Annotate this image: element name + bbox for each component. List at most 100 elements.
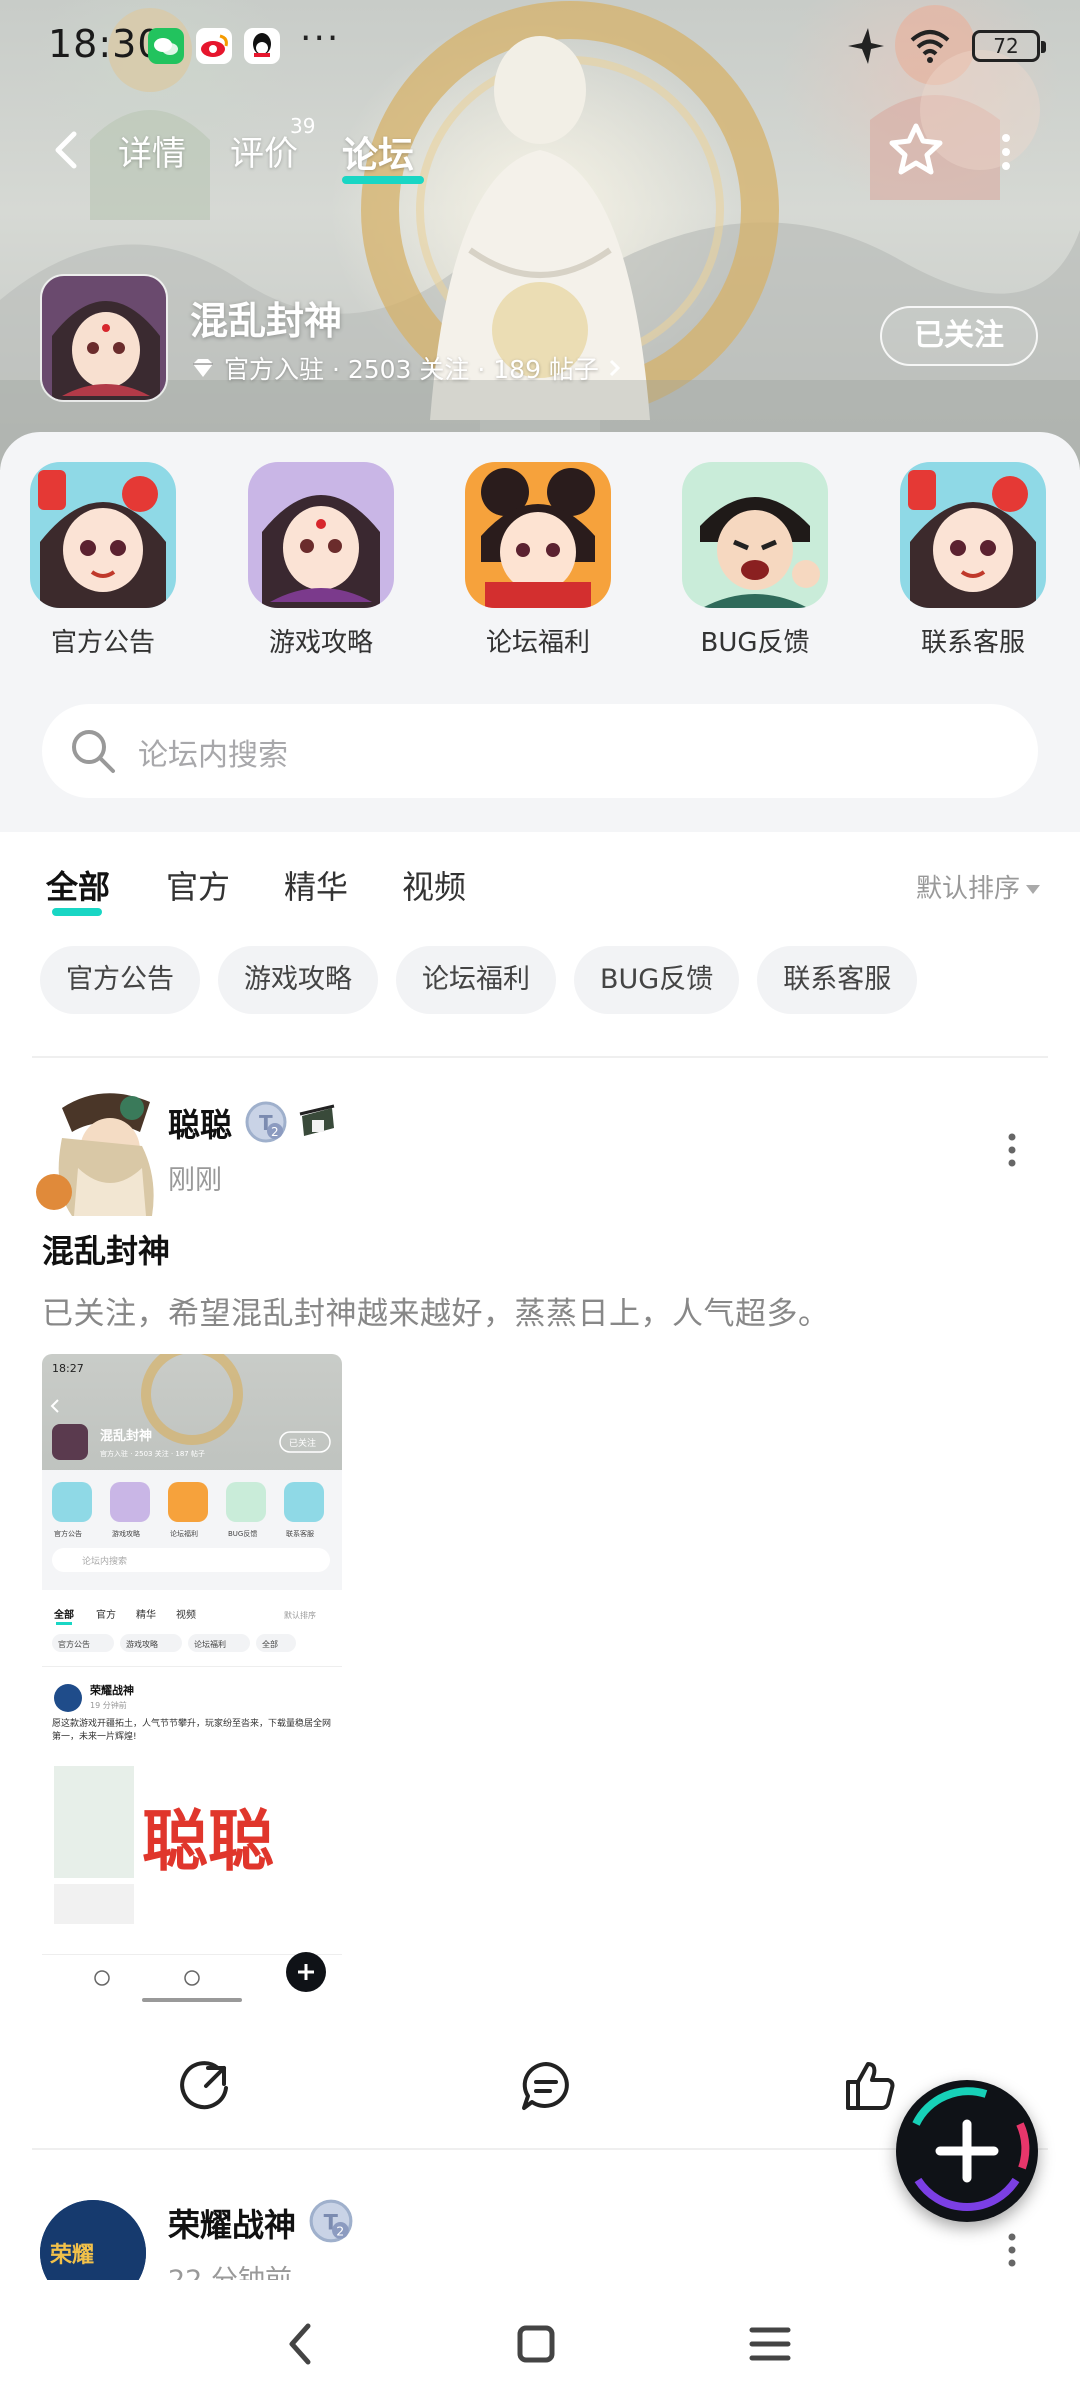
tab-details[interactable]: 详情 — [118, 126, 186, 175]
filter-tab-featured[interactable]: 精华 — [284, 862, 348, 908]
thumb-follow: 已关注 — [289, 1437, 316, 1449]
chevron-right-icon — [609, 359, 621, 377]
like-icon[interactable] — [842, 2058, 898, 2114]
board-label: 联系客服 — [920, 628, 1025, 658]
game-name: 混乱封神 — [190, 299, 343, 343]
thumb-board-label: 官方公告 — [54, 1529, 82, 1538]
game-info: 混乱封神 官方入驻 · 2503 关注 · 189 帖子 已关注 — [0, 270, 1080, 410]
thumb-chip: 游戏攻略 — [126, 1639, 158, 1649]
watermark-text: 聪聪 — [142, 1803, 274, 1880]
thumb-inner-text: 愿这款游戏开疆拓土，人气节节攀升，玩家纷至沓来，下载量稳居全网第一，未来一片辉煌… — [52, 1719, 332, 1742]
caret-down-icon — [1026, 885, 1040, 894]
share-icon[interactable] — [178, 2058, 234, 2114]
tab-forum[interactable]: 论坛 — [342, 126, 424, 184]
thumb-tab: 精华 — [136, 1608, 156, 1621]
thumb-board-label: 论坛福利 — [170, 1529, 198, 1538]
thumb-tab: 视频 — [176, 1608, 196, 1621]
filter-tab-label: 全部 — [46, 868, 111, 906]
chip-customer-service[interactable]: 联系客服 — [757, 946, 918, 1014]
level-badge-icon: T2 — [245, 1101, 287, 1143]
level-badge-icon: T2 — [309, 2199, 353, 2243]
filter-tab-official[interactable]: 官方 — [166, 862, 230, 908]
board-official-announcement[interactable]: 官方公告 — [28, 462, 178, 659]
airplane-icon — [848, 28, 884, 64]
post-author-name[interactable]: 聪聪 — [168, 1100, 232, 1146]
system-menu-icon[interactable] — [742, 2316, 798, 2372]
thumb-board-label: 联系客服 — [286, 1529, 314, 1538]
board-icon — [682, 462, 828, 608]
status-time: 18:30 — [48, 22, 163, 66]
post-more-icon[interactable] — [1000, 2230, 1024, 2270]
chip-game-guide[interactable]: 游戏攻略 — [218, 946, 378, 1014]
chip-bug-feedback[interactable]: BUG反馈 — [574, 946, 740, 1014]
medal-badge-icon — [299, 1104, 335, 1136]
battery-icon: 72 — [972, 30, 1046, 62]
filter-tab-all[interactable]: 全部 — [46, 862, 111, 916]
board-icon — [248, 462, 394, 608]
status-more-dots: ··· — [300, 18, 341, 59]
thumb-sort: 默认排序 — [284, 1610, 316, 1620]
game-header-banner: 18:30 ··· 72 详情 评价 39 论坛 混乱封神 官方入驻 · 250… — [0, 0, 1080, 470]
thumb-chip: 官方公告 — [58, 1639, 90, 1649]
board-bug-feedback[interactable]: BUG反馈 — [680, 462, 830, 659]
author-avatar[interactable] — [32, 1088, 160, 1218]
post-screenshot-image[interactable]: 18:27 混乱封神 官方入驻 · 2503 关注 · 187 帖子 已关注 官… — [42, 1354, 342, 2004]
board-label: BUG反馈 — [700, 628, 810, 658]
thumb-game-meta: 官方入驻 · 2503 关注 · 187 帖子 — [100, 1449, 205, 1458]
system-navigation-bar — [0, 2280, 1080, 2400]
thumb-board-label: BUG反馈 — [228, 1529, 257, 1538]
board-label: 论坛福利 — [485, 628, 590, 658]
follow-button[interactable]: 已关注 — [880, 306, 1038, 366]
board-game-guide[interactable]: 游戏攻略 — [246, 462, 396, 659]
weibo-icon — [196, 28, 232, 64]
game-meta[interactable]: 官方入驻 · 2503 关注 · 189 帖子 — [190, 350, 623, 386]
game-avatar[interactable] — [40, 274, 168, 402]
board-icon — [900, 462, 1046, 608]
filter-tab-video[interactable]: 视频 — [402, 862, 466, 908]
thumb-chip: 全部 — [262, 1639, 278, 1649]
tab-active-indicator — [342, 176, 424, 184]
system-home-icon[interactable] — [508, 2316, 564, 2372]
post-timestamp: 刚刚 — [168, 1165, 222, 1196]
post-more-icon[interactable] — [1000, 1130, 1024, 1170]
sort-dropdown[interactable]: 默认排序 — [916, 868, 1040, 905]
board-label: 游戏攻略 — [268, 628, 373, 658]
plus-icon — [912, 2087, 1030, 2211]
comment-icon[interactable] — [518, 2058, 574, 2114]
post-author-name[interactable]: 荣耀战神 — [168, 2200, 296, 2246]
qq-icon — [244, 28, 280, 64]
sort-label: 默认排序 — [915, 874, 1020, 904]
tab-reviews[interactable]: 评价 — [230, 126, 298, 175]
search-input[interactable]: 论坛内搜索 — [138, 730, 288, 774]
screenshot-thumbnail: 18:27 混乱封神 官方入驻 · 2503 关注 · 187 帖子 已关注 官… — [42, 1354, 342, 2004]
chip-forum-benefits[interactable]: 论坛福利 — [396, 946, 556, 1014]
author-avatar[interactable]: 荣耀 — [40, 2200, 146, 2280]
board-icon — [465, 462, 611, 608]
back-icon[interactable] — [44, 126, 92, 174]
tab-forum-label: 论坛 — [342, 135, 415, 176]
svg-text:荣耀: 荣耀 — [49, 2242, 94, 2268]
post-body[interactable]: 已关注，希望混乱封神越来越好，蒸蒸日上，人气超多。 — [42, 1288, 830, 1333]
thumb-inner-author: 荣耀战神 — [89, 1683, 134, 1697]
board-forum-benefits[interactable]: 论坛福利 — [463, 462, 613, 659]
board-icon — [30, 462, 176, 608]
official-diamond-icon — [193, 359, 213, 377]
create-post-button[interactable] — [896, 2080, 1038, 2222]
thumb-search: 论坛内搜索 — [82, 1555, 127, 1567]
filter-tabs: 全部 官方 精华 视频 默认排序 — [0, 852, 1080, 922]
wechat-icon — [148, 28, 184, 64]
system-back-icon[interactable] — [274, 2316, 330, 2372]
svg-text:2: 2 — [336, 2224, 344, 2239]
chip-official-announcement[interactable]: 官方公告 — [40, 946, 200, 1014]
forum-search-bar[interactable]: 论坛内搜索 — [42, 704, 1038, 798]
divider — [32, 1056, 1048, 1058]
more-vertical-icon[interactable] — [994, 132, 1018, 172]
board-customer-service[interactable]: 联系客服 — [898, 462, 1048, 659]
thumb-chip: 论坛福利 — [194, 1639, 226, 1649]
reviews-count-badge: 39 — [290, 114, 316, 138]
thumb-tab: 全部 — [53, 1608, 74, 1621]
search-icon — [72, 730, 115, 773]
post-title[interactable]: 混乱封神 — [42, 1226, 170, 1272]
forum-panel: 官方公告 游戏攻略 论坛福利 BUG反馈 联系客服 论坛内搜索 — [0, 432, 1080, 832]
favorite-star-icon[interactable] — [886, 120, 946, 180]
